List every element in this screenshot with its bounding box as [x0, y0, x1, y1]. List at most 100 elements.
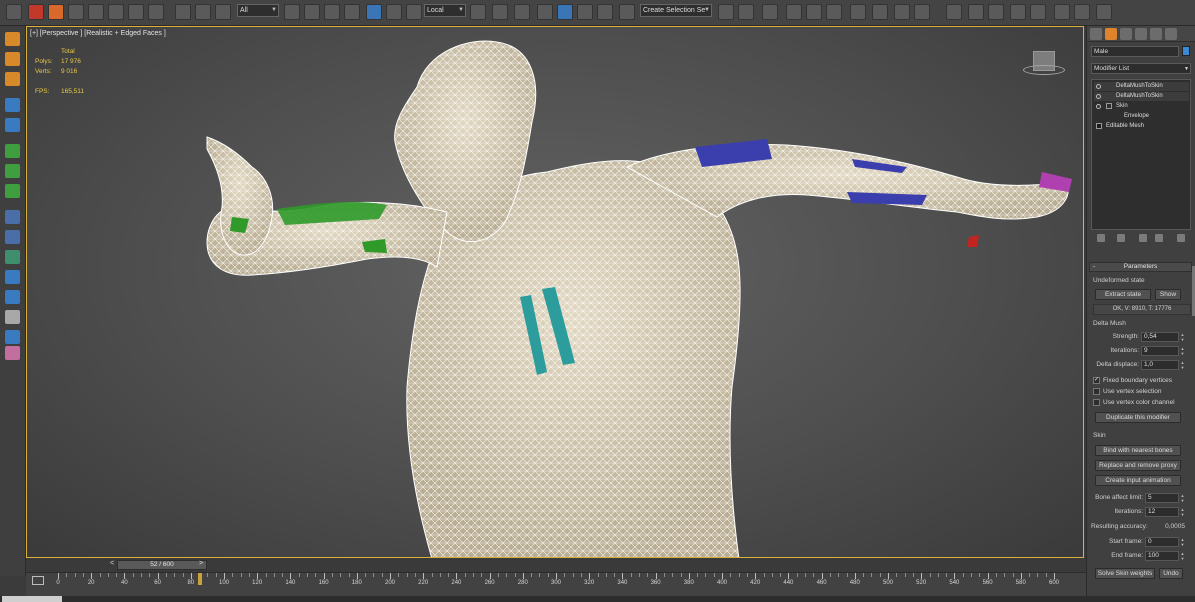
create-compound-icon[interactable]	[5, 72, 20, 86]
hair-icon[interactable]	[1010, 4, 1026, 20]
object-name-field[interactable]: Male	[1091, 46, 1179, 57]
stack-item-skin[interactable]: Skin	[1094, 102, 1189, 111]
render-frame-icon[interactable]	[148, 4, 164, 20]
extract-state-button[interactable]: Extract state	[1095, 289, 1151, 300]
scene-explorer-icon[interactable]	[48, 4, 64, 20]
bind-space-warp-icon[interactable]	[215, 4, 231, 20]
expand-icon[interactable]	[1106, 103, 1112, 109]
create-input-animation-button[interactable]: Create input animation	[1095, 475, 1181, 486]
particle-icon[interactable]	[968, 4, 984, 20]
link-icon[interactable]	[175, 4, 191, 20]
select-object-icon[interactable]	[284, 4, 300, 20]
rect-selection-icon[interactable]	[324, 4, 340, 20]
render-icon[interactable]	[128, 4, 144, 20]
spinner-arrows-icon[interactable]: ▲ ▼	[1180, 537, 1185, 547]
viewcube-compass-icon[interactable]	[1023, 65, 1065, 75]
time-slider[interactable]: 52 / 600	[117, 560, 207, 570]
dummy-icon[interactable]	[5, 290, 20, 304]
render-setup-icon[interactable]	[894, 4, 910, 20]
bulb-icon[interactable]	[1096, 94, 1101, 99]
track-bar[interactable]: 0 20 40 60 80 100 120 140 160 180 200 220 240 260 280 3…	[26, 572, 1086, 596]
helper-icon[interactable]	[5, 144, 20, 158]
keyboard-shortcut-icon[interactable]	[514, 4, 530, 20]
spinner-arrows-icon[interactable]: ▲ ▼	[1180, 332, 1185, 342]
material-editor-icon[interactable]	[872, 4, 888, 20]
bone-affect-limit-spinner[interactable]: 5	[1145, 493, 1179, 503]
skinned-body-mesh[interactable]	[27, 27, 1084, 558]
expand-icon[interactable]	[1096, 123, 1102, 129]
remove-modifier-icon[interactable]	[1155, 234, 1163, 242]
edit-named-selection-icon[interactable]	[619, 4, 635, 20]
current-frame-marker[interactable]	[198, 573, 203, 585]
undo-icon[interactable]	[6, 4, 22, 20]
perspective-viewport[interactable]: [+] [Perspective ] [Realistic + Edged Fa…	[26, 26, 1084, 558]
bulb-icon[interactable]	[1096, 84, 1101, 89]
pin-stack-icon[interactable]	[1097, 234, 1105, 242]
stack-item-editable-mesh[interactable]: Editable Mesh	[1094, 122, 1189, 131]
viewport-label[interactable]: [+] [Perspective ] [Realistic + Edged Fa…	[30, 30, 166, 37]
object-color-swatch[interactable]	[1182, 46, 1190, 56]
configure-sets-icon[interactable]	[1177, 234, 1185, 242]
bulb-icon[interactable]	[1096, 104, 1101, 109]
spinner-arrows-icon[interactable]: ▲ ▼	[1180, 360, 1185, 370]
create-tab-icon[interactable]	[1090, 28, 1102, 40]
pivot-center-icon[interactable]	[470, 4, 486, 20]
settings-gear-icon[interactable]	[68, 4, 84, 20]
character-icon[interactable]	[5, 346, 20, 360]
script-icon[interactable]	[1054, 4, 1070, 20]
modify-tab-icon[interactable]	[1105, 28, 1117, 40]
duplicate-modifier-button[interactable]: Duplicate this modifier	[1095, 412, 1181, 423]
selection-filter-dropdown[interactable]: All ▼	[237, 4, 279, 17]
layer-manager-icon[interactable]	[88, 4, 104, 20]
record-icon[interactable]	[28, 4, 44, 20]
stack-item-envelope[interactable]: Envelope	[1094, 112, 1189, 121]
reference-coordinate-dropdown[interactable]: Local ▼	[424, 4, 466, 17]
create-shape-icon[interactable]	[5, 32, 20, 46]
mini-curve-editor-icon[interactable]	[32, 576, 44, 585]
spinner-snap-icon[interactable]	[597, 4, 613, 20]
ik-solver-icon[interactable]	[5, 250, 20, 264]
curve-editor-icon[interactable]	[826, 4, 842, 20]
scale-icon[interactable]	[406, 4, 422, 20]
solve-skin-weights-button[interactable]: Solve Skin weights	[1095, 568, 1155, 579]
select-by-name-icon[interactable]	[304, 4, 320, 20]
rendered-frame-window-icon[interactable]	[914, 4, 930, 20]
use-vertex-color-checkbox[interactable]: Use vertex color channel	[1093, 398, 1175, 407]
motion-icon[interactable]	[5, 118, 20, 132]
window-crossing-icon[interactable]	[344, 4, 360, 20]
replace-remove-proxy-button[interactable]: Replace and remove proxy	[1095, 460, 1181, 471]
stack-item-deltamush-1[interactable]: DeltaMushToSkin	[1094, 82, 1189, 91]
cloth-icon[interactable]	[988, 4, 1004, 20]
bone-tool-icon[interactable]	[5, 210, 20, 224]
end-frame-spinner[interactable]: 100	[1145, 551, 1179, 561]
undo-button[interactable]: Undo	[1159, 568, 1183, 579]
spinner-arrows-icon[interactable]: ▲ ▼	[1180, 493, 1185, 503]
schematic-view-icon[interactable]	[850, 4, 866, 20]
hierarchy-icon[interactable]	[5, 98, 20, 112]
show-button[interactable]: Show	[1155, 289, 1181, 300]
spinner-arrows-icon[interactable]: ▲ ▼	[1180, 551, 1185, 561]
iterations-spinner[interactable]: 9	[1141, 346, 1179, 356]
spinner-arrows-icon[interactable]: ▲ ▼	[1180, 346, 1185, 356]
toggle-layer-explorer-icon[interactable]	[786, 4, 802, 20]
modifier-list-dropdown[interactable]: Modifier List ▼	[1091, 63, 1191, 74]
cloud-icon[interactable]	[5, 310, 20, 324]
maximize-viewport-icon[interactable]	[1096, 4, 1112, 20]
align-icon[interactable]	[738, 4, 754, 20]
mirror-icon[interactable]	[718, 4, 734, 20]
strength-spinner[interactable]: 0,54	[1141, 332, 1179, 342]
maxscript-listener-field[interactable]	[2, 596, 62, 602]
motion-tab-icon[interactable]	[1135, 28, 1147, 40]
toggle-ribbon-icon[interactable]	[806, 4, 822, 20]
snaps-toggle-icon[interactable]	[537, 4, 553, 20]
display-tab-icon[interactable]	[1150, 28, 1162, 40]
delta-displace-spinner[interactable]: 1,0	[1141, 360, 1179, 370]
toggle-scene-explorer-icon[interactable]	[762, 4, 778, 20]
stack-item-deltamush-2[interactable]: DeltaMushToSkin	[1094, 92, 1189, 101]
brush-icon[interactable]	[1030, 4, 1046, 20]
link-tool-icon[interactable]	[5, 270, 20, 284]
parameters-rollout-header[interactable]: - Parameters	[1089, 262, 1192, 272]
skin-iterations-spinner[interactable]: 12	[1145, 507, 1179, 517]
material-icon[interactable]	[108, 4, 124, 20]
biped-icon[interactable]	[5, 230, 20, 244]
